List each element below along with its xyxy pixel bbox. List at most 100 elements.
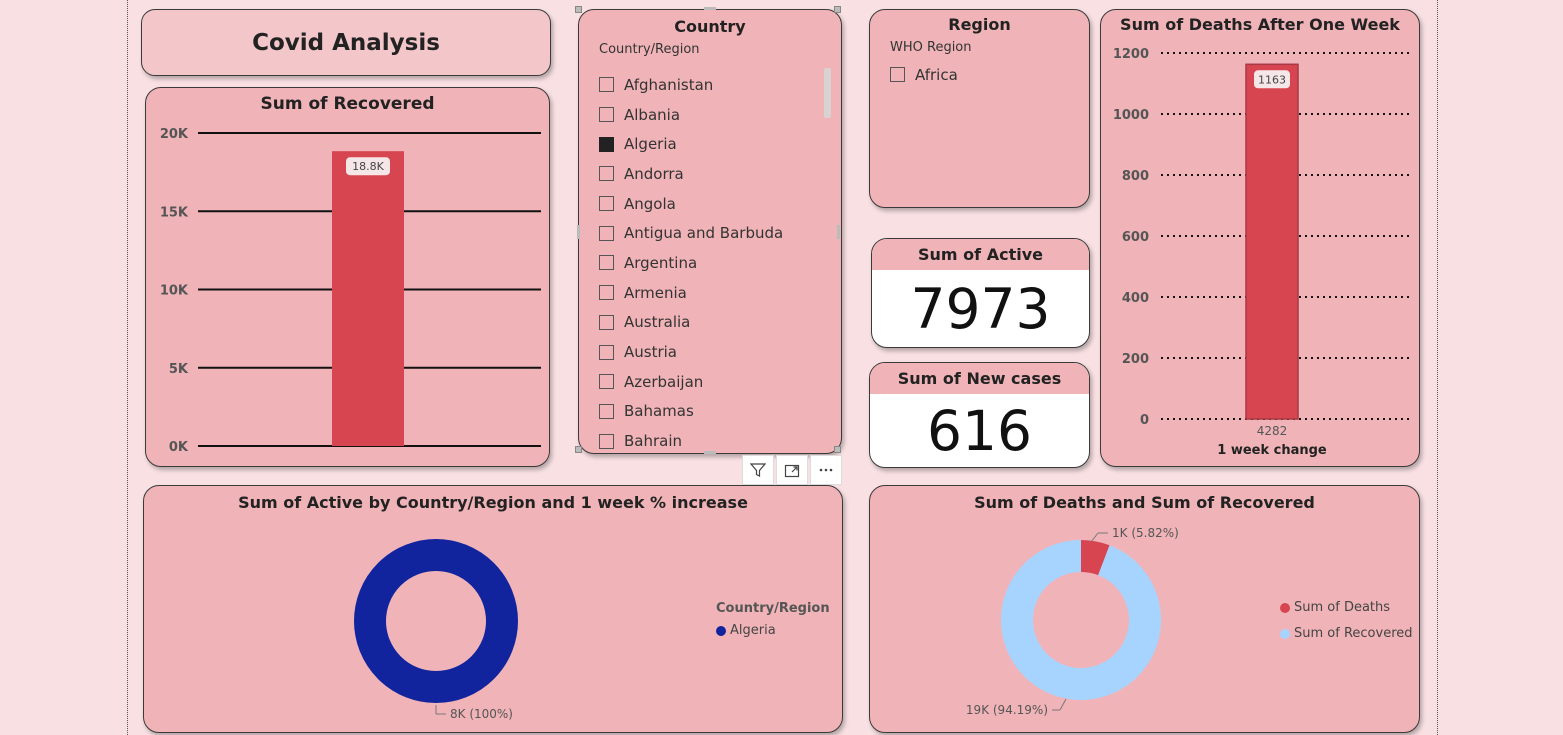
checkbox[interactable]	[599, 196, 614, 212]
slicer-item-label: Algeria	[624, 135, 677, 154]
checkbox[interactable]	[599, 225, 614, 241]
country-list: Afghanistan Albania Algeria Andorra Angola An…	[599, 70, 829, 456]
slicer-item[interactable]: Afghanistan	[599, 70, 829, 100]
title-card: Covid Analysis	[141, 9, 551, 76]
legend-label: Sum of Recovered	[1294, 626, 1413, 641]
y-tick-label: 800	[1122, 169, 1149, 184]
legend-dot	[1280, 602, 1290, 613]
data-label: 18.8K	[352, 160, 384, 173]
checkbox[interactable]	[599, 136, 614, 152]
slicer-item[interactable]: Albania	[599, 100, 829, 130]
focus-mode-icon[interactable]	[776, 455, 808, 485]
slicer-field-label: WHO Region	[890, 40, 972, 55]
y-tick-label: 600	[1122, 230, 1149, 245]
slicer-item[interactable]: Bahamas	[599, 397, 829, 427]
data-label: 8K (100%)	[450, 707, 513, 721]
bar	[1245, 63, 1299, 420]
legend-item[interactable]: Sum of Recovered	[1280, 626, 1413, 641]
checkbox[interactable]	[599, 107, 614, 123]
legend-dot	[716, 625, 726, 636]
slicer-item[interactable]: Australia	[599, 308, 829, 338]
legend-item[interactable]: Algeria	[716, 623, 776, 638]
checkbox[interactable]	[599, 314, 614, 330]
legend-label: Sum of Deaths	[1294, 600, 1391, 615]
data-label: 1K (5.82%)	[1112, 526, 1179, 540]
kpi-value: 616	[927, 398, 1032, 463]
y-tick-label: 5K	[169, 362, 189, 377]
slicer-item[interactable]: Algeria	[599, 129, 829, 159]
y-tick-label: 400	[1122, 291, 1149, 306]
donut-slice	[354, 539, 518, 703]
slicer-item-label: Antigua and Barbuda	[624, 224, 784, 243]
data-label: 19K (94.19%)	[966, 703, 1048, 717]
slicer-title: Country	[674, 17, 746, 36]
resize-handle[interactable]	[575, 446, 582, 453]
resize-handle[interactable]	[704, 451, 716, 454]
leader-line	[1059, 698, 1067, 711]
deaths-bar-svg: 0 200 400 600 800 1000 1200 1163 4282 1 week chan…	[1113, 47, 1409, 458]
slicer-item-label: Andorra	[624, 164, 684, 183]
y-tick-label: 0	[1140, 413, 1149, 428]
slicer-item[interactable]: Antigua and Barbuda	[599, 218, 829, 248]
resize-handle[interactable]	[704, 7, 716, 10]
deaths-after-week-bar-chart[interactable]: Sum of Deaths After One Week 0 200 400 600 8…	[1100, 9, 1420, 467]
x-axis-label: 1 week change	[1217, 443, 1327, 458]
recovered-bar-svg: 0K 5K 10K 15K 20K 18.8K	[160, 127, 541, 455]
checkbox[interactable]	[599, 285, 614, 301]
checkbox[interactable]	[599, 374, 614, 390]
slicer-item[interactable]: Argentina	[599, 248, 829, 278]
deaths-recovered-donut-chart[interactable]: Sum of Deaths and Sum of Recovered 1K (5…	[869, 485, 1420, 733]
slicer-item-label: Armenia	[624, 283, 687, 302]
y-tick-label: 15K	[160, 205, 189, 220]
resize-handle[interactable]	[575, 6, 582, 13]
slicer-item-label: Bahamas	[624, 402, 694, 421]
kpi-label: Sum of New cases	[870, 363, 1089, 394]
resize-handle[interactable]	[834, 446, 841, 453]
slicer-item[interactable]: Azerbaijan	[599, 367, 829, 397]
resize-handle[interactable]	[837, 225, 840, 239]
slicer-item-label: Australia	[624, 313, 691, 332]
legend-item[interactable]: Sum of Deaths	[1280, 600, 1390, 615]
checkbox[interactable]	[599, 433, 614, 449]
resize-handle[interactable]	[577, 225, 580, 239]
checkbox[interactable]	[599, 344, 614, 360]
kpi-card-new-cases: Sum of New cases 616	[869, 362, 1090, 468]
leader-line	[1090, 532, 1099, 543]
checkbox[interactable]	[599, 255, 614, 271]
resize-handle[interactable]	[834, 6, 841, 13]
slicer-field-label: Country/Region	[599, 42, 700, 57]
slicer-item[interactable]: Angola	[599, 189, 829, 219]
y-tick-label: 200	[1122, 352, 1149, 367]
region-list: Africa	[890, 60, 1120, 90]
slicer-title: Region	[948, 15, 1011, 34]
region-slicer[interactable]: Region WHO Region Africa	[869, 9, 1090, 208]
kpi-value: 7973	[910, 276, 1051, 341]
filter-icon[interactable]	[742, 455, 774, 485]
slicer-scrollbar[interactable]	[824, 68, 831, 118]
checkbox[interactable]	[599, 166, 614, 182]
kpi-label: Sum of Active	[872, 239, 1089, 270]
checkbox[interactable]	[890, 67, 905, 83]
recovered-bar-chart[interactable]: Sum of Recovered 0K 5K 10K 15K 20K 18.8K	[145, 87, 550, 467]
more-options-icon[interactable]	[810, 455, 842, 485]
slicer-item-label: Austria	[624, 343, 677, 362]
slicer-item[interactable]: Africa	[890, 60, 1120, 90]
y-tick-label: 20K	[160, 127, 189, 142]
bar	[332, 151, 404, 446]
x-tick-label: 4282	[1257, 424, 1288, 438]
slicer-item[interactable]: Austria	[599, 337, 829, 367]
slicer-item[interactable]: Armenia	[599, 278, 829, 308]
slicer-item-label: Azerbaijan	[624, 372, 704, 391]
country-slicer[interactable]: Country Country/Region Afghanistan Albani…	[578, 9, 842, 454]
checkbox[interactable]	[599, 403, 614, 419]
checkbox[interactable]	[599, 77, 614, 93]
legend-dot	[1280, 628, 1290, 639]
slicer-item-label: Afghanistan	[624, 75, 714, 94]
slicer-item-label: Angola	[624, 194, 676, 213]
slicer-item-label: Africa	[915, 65, 958, 84]
page-title: Covid Analysis	[252, 29, 440, 56]
data-label: 1163	[1258, 73, 1286, 86]
slicer-item[interactable]: Andorra	[599, 159, 829, 189]
slicer-item-label: Argentina	[624, 253, 698, 272]
active-by-country-donut-chart[interactable]: Sum of Active by Country/Region and 1 we…	[143, 485, 843, 733]
